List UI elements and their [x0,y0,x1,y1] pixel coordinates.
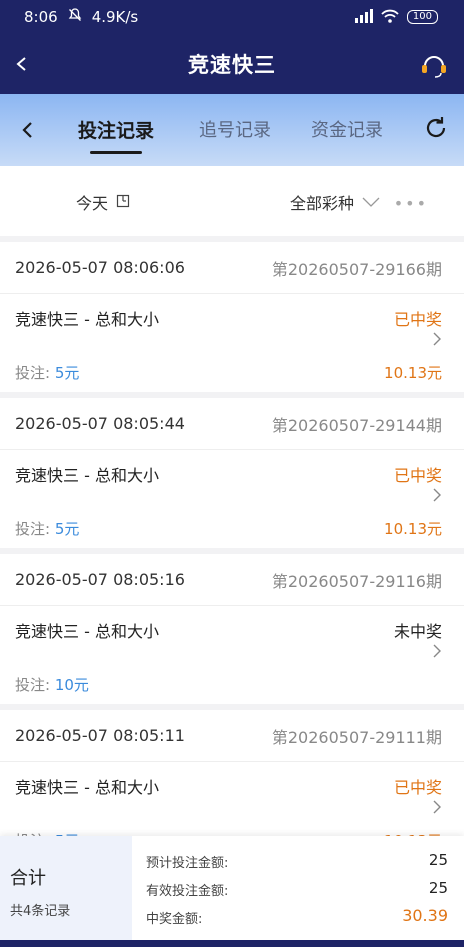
date-filter-label: 今天 [76,194,109,213]
summary-count: 共4条记录 [10,904,71,919]
tab-back-icon[interactable] [14,116,42,144]
winning-amount-label: 中奖金额: [146,912,203,927]
record-bet-amount: 5元 [54,364,80,382]
record-datetime: 2026-05-07 08:06:06 [15,258,185,277]
record-datetime: 2026-05-07 08:05:11 [15,726,185,745]
status-bar: 8:06 4.9K/s 100 [0,0,464,34]
tab-bar: 投注记录 追号记录 资金记录 [0,94,464,166]
app-bar: 竞速快三 [0,34,464,94]
record-status: 已中奖 [393,466,442,485]
bet-prefix: 投注: [15,520,51,538]
valid-bet-value: 25 [428,879,448,897]
winning-amount-value: 30.39 [402,906,448,925]
signal-icon [353,8,373,26]
chevron-right-icon[interactable] [430,798,444,816]
chevron-down-icon [362,193,380,212]
valid-bet-label: 有效投注金额: [146,884,229,899]
record-issue: 第20260507-29111期 [271,727,442,747]
back-icon[interactable] [8,50,36,78]
lottery-filter[interactable]: 全部彩种 [290,190,380,214]
bet-prefix: 投注: [15,676,51,694]
tab-chase-records[interactable]: 追号记录 [199,116,271,142]
filter-bar: 今天 全部彩种 ••• [0,166,464,236]
expected-bet-value: 25 [428,851,448,869]
record-bet-amount: 5元 [54,520,80,538]
summary-panel: 合计 共4条记录 预计投注金额: 25 有效投注金额: 25 中奖金额: 30.… [0,836,464,940]
record-header: 2026-05-07 08:06:06 第20260507-29166期 [0,242,464,294]
page-title: 竞速快三 [188,53,276,77]
record-status: 已中奖 [393,310,442,329]
calendar-icon [116,193,130,212]
record-game: 竞速快三 - 总和大小 [15,466,159,485]
bet-record-card[interactable]: 2026-05-07 08:05:16 第20260507-29116期竞速快三 … [0,554,464,704]
active-tab-indicator [90,151,142,154]
record-datetime: 2026-05-07 08:05:44 [15,414,185,433]
record-header: 2026-05-07 08:05:44 第20260507-29144期 [0,398,464,450]
more-options-icon[interactable]: ••• [394,194,428,213]
summary-title: 合计 [10,868,46,889]
record-issue: 第20260507-29166期 [271,259,442,279]
record-bet: 投注: 5元 [15,362,79,383]
record-datetime: 2026-05-07 08:05:16 [15,570,185,589]
record-bet: 投注: 10元 [15,674,89,695]
tab-fund-records[interactable]: 资金记录 [311,116,383,142]
record-game: 竞速快三 - 总和大小 [15,622,159,641]
record-header: 2026-05-07 08:05:11 第20260507-29111期 [0,710,464,762]
mute-icon [68,8,82,26]
chevron-right-icon[interactable] [430,330,444,348]
chevron-right-icon[interactable] [430,642,444,660]
record-bet-amount: 10元 [54,676,89,694]
record-game: 竞速快三 - 总和大小 [15,310,159,329]
record-prize: 10.13元 [384,520,442,538]
refresh-icon[interactable] [422,114,450,142]
record-status: 已中奖 [393,778,442,797]
record-status: 未中奖 [393,622,442,641]
tab-bet-records[interactable]: 投注记录 [78,116,154,143]
record-bet: 投注: 5元 [15,518,79,539]
bet-prefix: 投注: [15,364,51,382]
record-prize: 10.13元 [384,364,442,382]
chevron-right-icon[interactable] [430,486,444,504]
clock: 8:06 [24,8,58,26]
battery-icon: 100 [406,10,438,24]
record-issue: 第20260507-29116期 [271,571,442,591]
record-game: 竞速快三 - 总和大小 [15,778,159,797]
system-nav-bar [0,940,464,947]
bet-record-card[interactable]: 2026-05-07 08:06:06 第20260507-29166期竞速快三 … [0,242,464,392]
record-issue: 第20260507-29144期 [271,415,442,435]
lottery-filter-label: 全部彩种 [290,194,355,213]
net-speed: 4.9K/s [91,8,139,26]
date-filter[interactable]: 今天 [76,190,130,214]
record-header: 2026-05-07 08:05:16 第20260507-29116期 [0,554,464,606]
bet-record-card[interactable]: 2026-05-07 08:05:44 第20260507-29144期竞速快三 … [0,398,464,548]
wifi-icon [381,9,399,26]
customer-service-icon[interactable] [418,50,450,80]
expected-bet-label: 预计投注金额: [146,856,229,871]
